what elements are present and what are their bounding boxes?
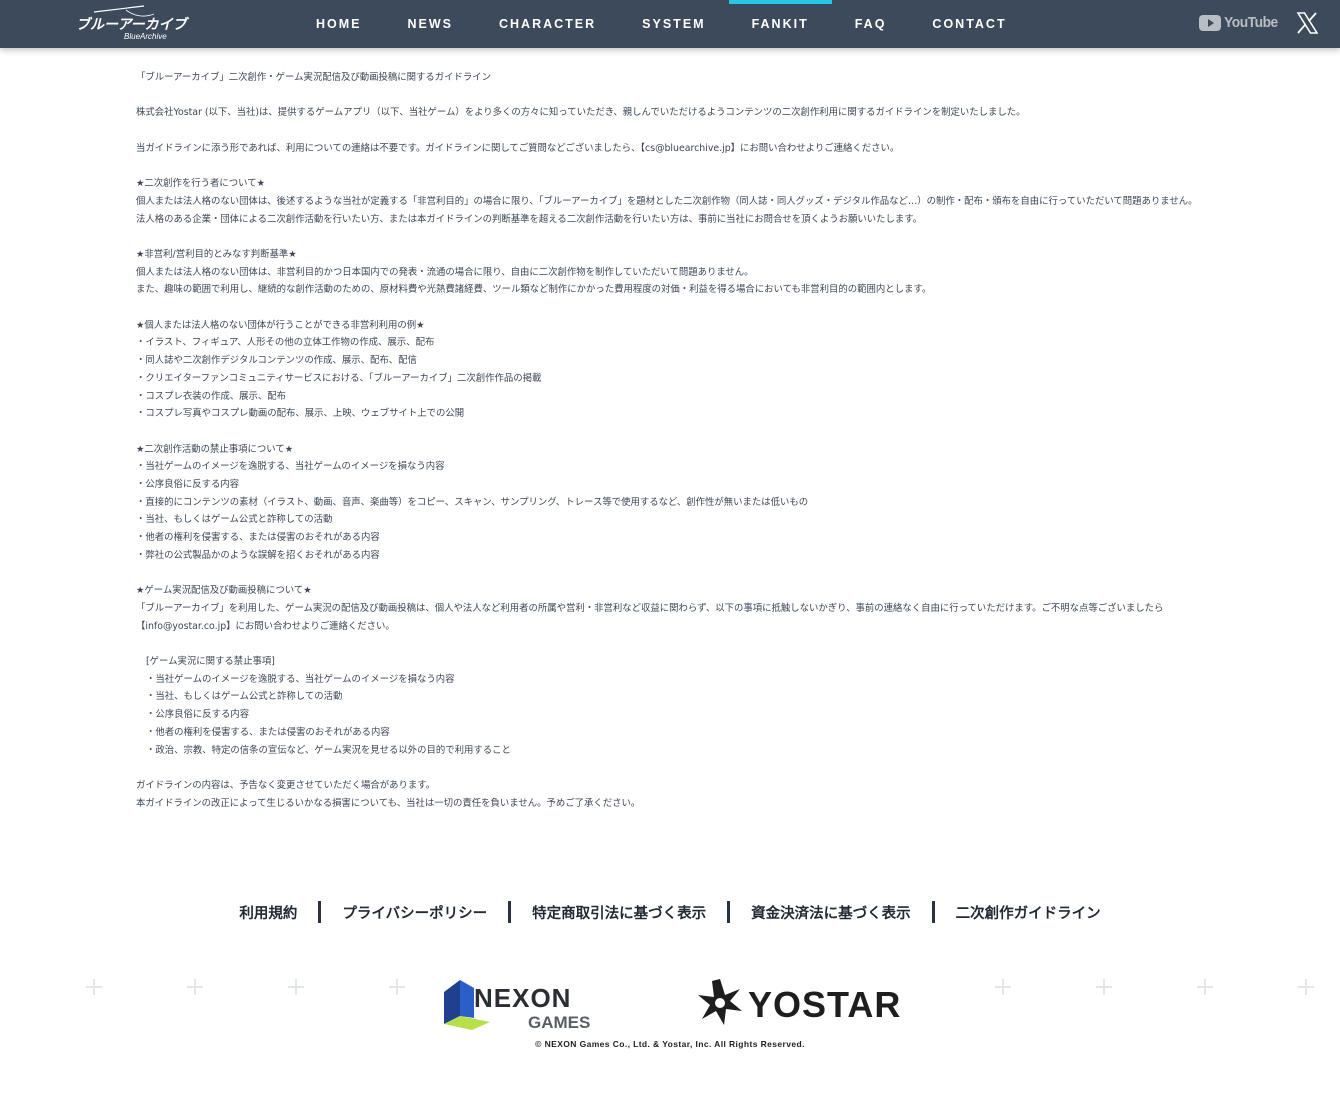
- plus-decoration: [1195, 977, 1215, 997]
- list-item: ・弊社の公式製品かのような誤解を招くおそれがある内容: [136, 549, 380, 561]
- list-item: ・当社、もしくはゲーム公式と詐称しての活動: [146, 691, 343, 703]
- closing-text: ガイドラインの内容は、予告なく変更させていただく場合があります。: [136, 779, 436, 791]
- yostar-logo[interactable]: YOSTAR: [696, 976, 916, 1030]
- x-twitter-icon[interactable]: [1296, 12, 1318, 34]
- list-item: ・同人誌や二次創作デジタルコンテンツの作成、展示、配布、配信: [136, 355, 417, 367]
- nav-contact[interactable]: CONTACT: [909, 0, 1029, 48]
- section-heading: ★二次創作活動の禁止事項について★: [136, 443, 294, 455]
- plus-decoration: [993, 977, 1013, 997]
- plus-decoration: [185, 977, 205, 997]
- privacy-link[interactable]: プライバシーポリシー: [321, 902, 508, 923]
- plus-decoration: [1094, 977, 1114, 997]
- list-item: ・クリエイターファンコミュニティサービスにおける、「ブルーアーカイブ」二次創作作…: [136, 372, 542, 384]
- section-text: また、趣味の範囲で利用し、継続的な創作活動のための、原材料費や光熱費諸経費、ツー…: [136, 284, 932, 296]
- fan-guideline-link[interactable]: 二次創作ガイドライン: [935, 902, 1122, 923]
- list-item: ・直接的にコンテンツの素材（イラスト、動画、音声、楽曲等）をコピー、スキャン、サ…: [136, 496, 809, 508]
- youtube-icon: [1199, 14, 1221, 31]
- list-item: ・公序良俗に反する内容: [136, 479, 240, 491]
- section-heading: [ゲーム実況に関する禁止事項]: [146, 656, 275, 668]
- plus-decoration: [84, 977, 104, 997]
- section-text: 個人または法人格のない団体は、後述するような当社が定義する「非営利目的」の場合に…: [136, 195, 1198, 207]
- list-item: ・コスプレ写真やコスプレ動画の配布、展示、上映、ウェブサイト上での公開: [136, 408, 465, 420]
- nav-system[interactable]: SYSTEM: [619, 0, 728, 48]
- svg-text:ブルーアーカイブ: ブルーアーカイブ: [76, 16, 190, 33]
- list-item: ・当社ゲームのイメージを逸脱する、当社ゲームのイメージを損なう内容: [146, 673, 455, 685]
- main-nav: HOME NEWS CHARACTER SYSTEM FANKIT FAQ CO…: [293, 0, 1030, 48]
- closing-text: 本ガイドラインの改正によって生じるいかなる損害についても、当社は一切の責任を負い…: [136, 797, 641, 809]
- nav-character[interactable]: CHARACTER: [476, 0, 619, 48]
- list-item: ・当社ゲームのイメージを逸脱する、当社ゲームのイメージを損なう内容: [136, 461, 445, 473]
- footer-links: 利用規約 プライバシーポリシー 特定商取引法に基づく表示 資金決済法に基づく表示…: [0, 899, 1340, 925]
- site-header: ブルーアーカイブ BlueArchive HOME NEWS CHARACTER…: [0, 0, 1340, 48]
- nav-news[interactable]: NEWS: [385, 0, 477, 48]
- payment-law-link[interactable]: 資金決済法に基づく表示: [730, 902, 932, 923]
- section-heading: ★ゲーム実況配信及び動画投稿について★: [136, 585, 312, 597]
- youtube-link[interactable]: YouTube: [1199, 14, 1282, 31]
- list-item: ・他者の権利を侵害する、または侵害のおそれがある内容: [146, 726, 390, 738]
- nav-home[interactable]: HOME: [293, 0, 385, 48]
- list-item: ・イラスト、フィギュア、人形その他の立体工作物の作成、展示、配布: [136, 337, 435, 349]
- svg-text:NEXON: NEXON: [474, 983, 571, 1013]
- youtube-label: YouTube: [1224, 14, 1278, 31]
- svg-text:GAMES: GAMES: [528, 1013, 590, 1030]
- contact-text: 当ガイドラインに添う形であれば、利用についての連絡は不要です。ガイドラインに関し…: [136, 142, 900, 154]
- svg-text:BlueArchive: BlueArchive: [124, 32, 167, 41]
- copyright-text: © NEXON Games Co., Ltd. & Yostar, Inc. A…: [535, 1039, 805, 1049]
- nexon-games-logo[interactable]: NEXON GAMES: [442, 978, 602, 1030]
- nav-faq[interactable]: FAQ: [832, 0, 910, 48]
- svg-text:YOSTAR: YOSTAR: [748, 984, 901, 1025]
- section-heading: ★非営利/営利目的とみなす判断基準★: [136, 248, 297, 260]
- list-item: ・他者の権利を侵害する、または侵害のおそれがある内容: [136, 532, 380, 544]
- list-item: ・公序良俗に反する内容: [146, 709, 250, 721]
- intro-text: 株式会社Yostar (以下、当社)は、提供するゲームアプリ（以下、当社ゲーム）…: [136, 107, 1026, 119]
- terms-link[interactable]: 利用規約: [218, 902, 318, 923]
- section-heading: ★個人または法人格のない団体が行うことができる非営利利用の例★: [136, 319, 425, 331]
- plus-decoration: [286, 977, 306, 997]
- commercial-law-link[interactable]: 特定商取引法に基づく表示: [511, 902, 727, 923]
- list-item: ・コスプレ衣装の作成、展示、配布: [136, 390, 287, 402]
- plus-decoration: [1296, 977, 1316, 997]
- list-item: ・政治、宗教、特定の信条の宣伝など、ゲーム実況を見せる以外の目的で利用すること: [146, 744, 511, 756]
- section-text: 法人格のある企業・団体による二次創作活動を行いたい方、または本ガイドラインの判断…: [136, 213, 923, 225]
- blue-archive-logo[interactable]: ブルーアーカイブ BlueArchive: [74, 4, 190, 44]
- section-text: 「ブルーアーカイブ」を利用した、ゲーム実況の配信及び動画投稿は、個人や法人など利…: [136, 602, 1164, 632]
- section-heading: ★二次創作を行う者について★: [136, 178, 266, 190]
- guideline-content: 「ブルーアーカイブ」二次創作・ゲーム実況配信及び動画投稿に関するガイドライン 株…: [136, 69, 1226, 812]
- nav-fankit[interactable]: FANKIT: [728, 0, 832, 48]
- plus-decoration: [387, 977, 407, 997]
- section-text: 個人または法人格のない団体は、非営利目的かつ日本国内での発表・流通の場合に限り、…: [136, 266, 754, 278]
- guideline-title: 「ブルーアーカイブ」二次創作・ゲーム実況配信及び動画投稿に関するガイドライン: [136, 72, 492, 83]
- list-item: ・当社、もしくはゲーム公式と詐称しての活動: [136, 514, 333, 526]
